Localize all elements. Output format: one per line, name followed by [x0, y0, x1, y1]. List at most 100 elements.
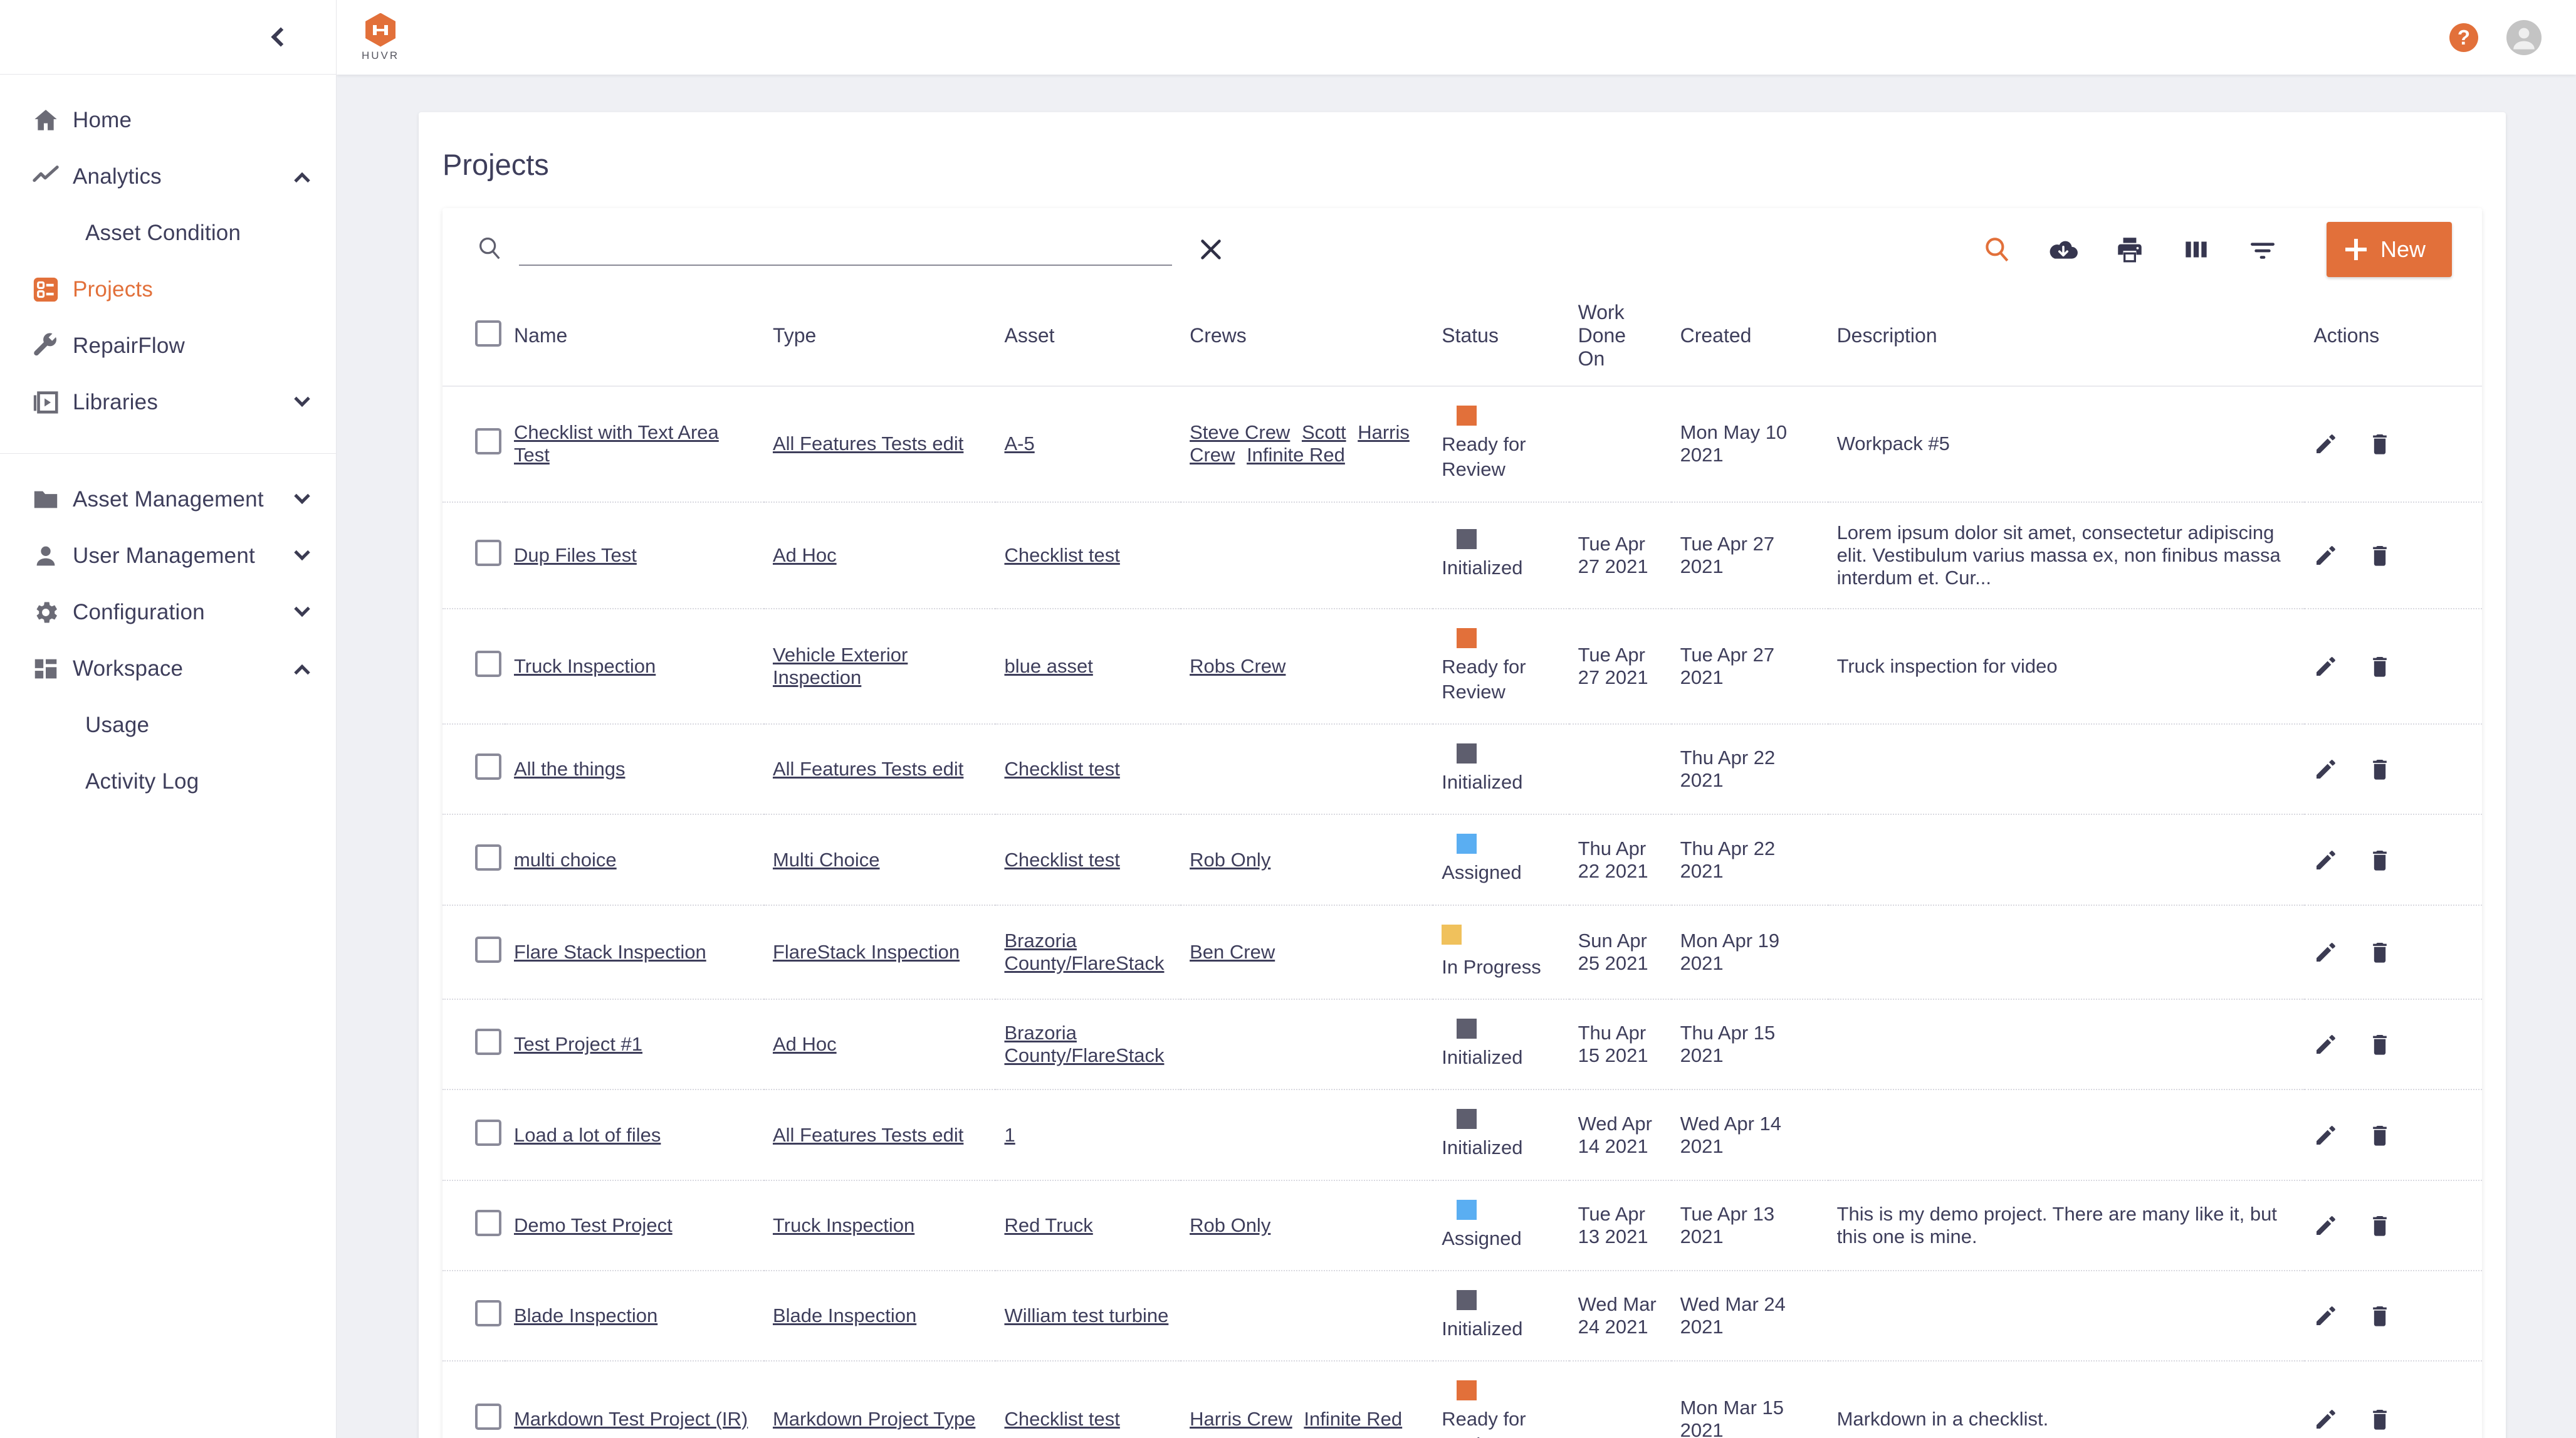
- sidebar-item-asset-management[interactable]: Asset Management: [0, 471, 336, 528]
- chevron-up-icon[interactable]: [291, 165, 313, 189]
- delete-icon[interactable]: [2367, 940, 2392, 965]
- crew-link[interactable]: Steve Crew: [1190, 421, 1290, 443]
- columns-icon[interactable]: [2177, 231, 2215, 268]
- crew-link[interactable]: Scott: [1302, 421, 1346, 443]
- cell-link[interactable]: Demo Test Project: [514, 1214, 673, 1236]
- cell-link[interactable]: Checklist with Text Area Test: [514, 421, 719, 466]
- edit-icon[interactable]: [2313, 1303, 2338, 1328]
- table-row[interactable]: Test Project #1 Ad Hoc Brazoria County/Fla…: [442, 999, 2482, 1091]
- delete-icon[interactable]: [2367, 848, 2392, 873]
- sidebar-item-repairflow[interactable]: RepairFlow: [0, 318, 336, 374]
- print-icon[interactable]: [2111, 231, 2149, 268]
- edit-icon[interactable]: [2313, 1213, 2338, 1238]
- table-row[interactable]: Checklist with Text Area Test All Feature…: [442, 386, 2482, 503]
- cell-link[interactable]: Flare Stack Inspection: [514, 941, 706, 963]
- crew-link[interactable]: Rob Only: [1190, 849, 1270, 871]
- cell-link[interactable]: multi choice: [514, 849, 617, 871]
- cell-link[interactable]: Truck Inspection: [773, 1214, 914, 1236]
- sidebar-item-analytics[interactable]: Analytics: [0, 149, 336, 205]
- chevron-up-icon[interactable]: [291, 658, 313, 681]
- sidebar-item-home[interactable]: Home: [0, 92, 336, 149]
- sidebar-item-configuration[interactable]: Configuration: [0, 584, 336, 641]
- delete-icon[interactable]: [2367, 1213, 2392, 1238]
- column-header-description[interactable]: Description: [1828, 291, 2305, 387]
- row-checkbox[interactable]: [475, 539, 501, 566]
- cell-link[interactable]: All Features Tests edit: [773, 1124, 963, 1146]
- edit-icon[interactable]: [2313, 940, 2338, 965]
- cell-link[interactable]: FlareStack Inspection: [773, 941, 960, 963]
- crew-link[interactable]: Infinite Red: [1304, 1408, 1402, 1430]
- cell-link[interactable]: Checklist test: [1004, 1408, 1119, 1430]
- search-icon[interactable]: [1978, 231, 2016, 268]
- cell-link[interactable]: Blade Inspection: [773, 1304, 916, 1326]
- cell-link[interactable]: blue asset: [1004, 655, 1092, 677]
- edit-icon[interactable]: [2313, 1123, 2338, 1148]
- chevron-down-icon[interactable]: [291, 391, 313, 414]
- row-checkbox[interactable]: [475, 650, 501, 677]
- row-checkbox[interactable]: [475, 1119, 501, 1146]
- cell-link[interactable]: All Features Tests edit: [773, 433, 963, 454]
- cell-link[interactable]: Dup Files Test: [514, 544, 637, 566]
- sidebar-item-usage[interactable]: Usage: [0, 697, 336, 753]
- sidebar-item-activity-log[interactable]: Activity Log: [0, 753, 336, 810]
- delete-icon[interactable]: [2367, 1032, 2392, 1057]
- new-button[interactable]: New: [2326, 222, 2452, 277]
- delete-icon[interactable]: [2367, 543, 2392, 568]
- filter-icon[interactable]: [2244, 231, 2281, 268]
- table-row[interactable]: Demo Test Project Truck Inspection Red Tru…: [442, 1180, 2482, 1271]
- crew-link[interactable]: Ben Crew: [1190, 941, 1275, 963]
- edit-icon[interactable]: [2313, 654, 2338, 679]
- chevron-down-icon[interactable]: [291, 601, 313, 624]
- cell-link[interactable]: All the things: [514, 758, 626, 780]
- cell-link[interactable]: Truck Inspection: [514, 655, 656, 677]
- edit-icon[interactable]: [2313, 757, 2338, 782]
- select-all-checkbox[interactable]: [475, 320, 501, 347]
- help-icon[interactable]: ?: [2449, 23, 2478, 52]
- search-input[interactable]: [519, 233, 1172, 266]
- crew-link[interactable]: Harris Crew: [1190, 1408, 1292, 1430]
- cell-link[interactable]: Ad Hoc: [773, 544, 837, 566]
- edit-icon[interactable]: [2313, 848, 2338, 873]
- cell-link[interactable]: Markdown Test Project (IR): [514, 1408, 748, 1430]
- cell-link[interactable]: Markdown Project Type: [773, 1408, 975, 1430]
- delete-icon[interactable]: [2367, 757, 2392, 782]
- cell-link[interactable]: Brazoria County/FlareStack: [1004, 930, 1164, 974]
- delete-icon[interactable]: [2367, 1407, 2392, 1432]
- cell-link[interactable]: Checklist test: [1004, 758, 1119, 780]
- sidebar-item-user-management[interactable]: User Management: [0, 528, 336, 584]
- table-row[interactable]: Dup Files Test Ad Hoc Checklist test Initia…: [442, 501, 2482, 609]
- row-checkbox[interactable]: [475, 753, 501, 780]
- table-row[interactable]: Truck Inspection Vehicle Exterior Inspect…: [442, 608, 2482, 725]
- column-header-created[interactable]: Created: [1671, 291, 1828, 387]
- edit-icon[interactable]: [2313, 431, 2338, 456]
- cell-link[interactable]: Blade Inspection: [514, 1304, 657, 1326]
- row-checkbox[interactable]: [475, 1029, 501, 1056]
- edit-icon[interactable]: [2313, 1032, 2338, 1057]
- crew-link[interactable]: Infinite Red: [1247, 444, 1345, 466]
- sidebar-item-asset-condition[interactable]: Asset Condition: [0, 205, 336, 261]
- edit-icon[interactable]: [2313, 1407, 2338, 1432]
- cell-link[interactable]: Checklist test: [1004, 849, 1119, 871]
- table-row[interactable]: Load a lot of files All Features Tests ed…: [442, 1089, 2482, 1181]
- delete-icon[interactable]: [2367, 654, 2392, 679]
- row-checkbox[interactable]: [475, 428, 501, 455]
- cell-link[interactable]: Load a lot of files: [514, 1124, 661, 1146]
- chevron-left-icon[interactable]: [263, 19, 298, 55]
- cell-link[interactable]: A-5: [1004, 433, 1034, 454]
- delete-icon[interactable]: [2367, 1303, 2392, 1328]
- cell-link[interactable]: Red Truck: [1004, 1214, 1092, 1236]
- huvr-logo[interactable]: HUVR: [362, 13, 399, 62]
- row-checkbox[interactable]: [475, 1209, 501, 1236]
- crew-link[interactable]: Rob Only: [1190, 1214, 1270, 1236]
- cell-link[interactable]: 1: [1004, 1124, 1015, 1146]
- crew-link[interactable]: Robs Crew: [1190, 655, 1285, 677]
- cell-link[interactable]: William test turbine: [1004, 1304, 1168, 1326]
- cloud-download-icon[interactable]: [2045, 231, 2082, 268]
- delete-icon[interactable]: [2367, 431, 2392, 456]
- table-row[interactable]: Flare Stack Inspection FlareStack Inspect…: [442, 905, 2482, 1000]
- table-row[interactable]: Blade Inspection Blade Inspection William …: [442, 1270, 2482, 1362]
- column-header-crews[interactable]: Crews: [1181, 291, 1433, 387]
- column-header-name[interactable]: Name: [505, 291, 764, 387]
- row-checkbox[interactable]: [475, 1300, 501, 1327]
- close-icon[interactable]: [1195, 233, 1227, 266]
